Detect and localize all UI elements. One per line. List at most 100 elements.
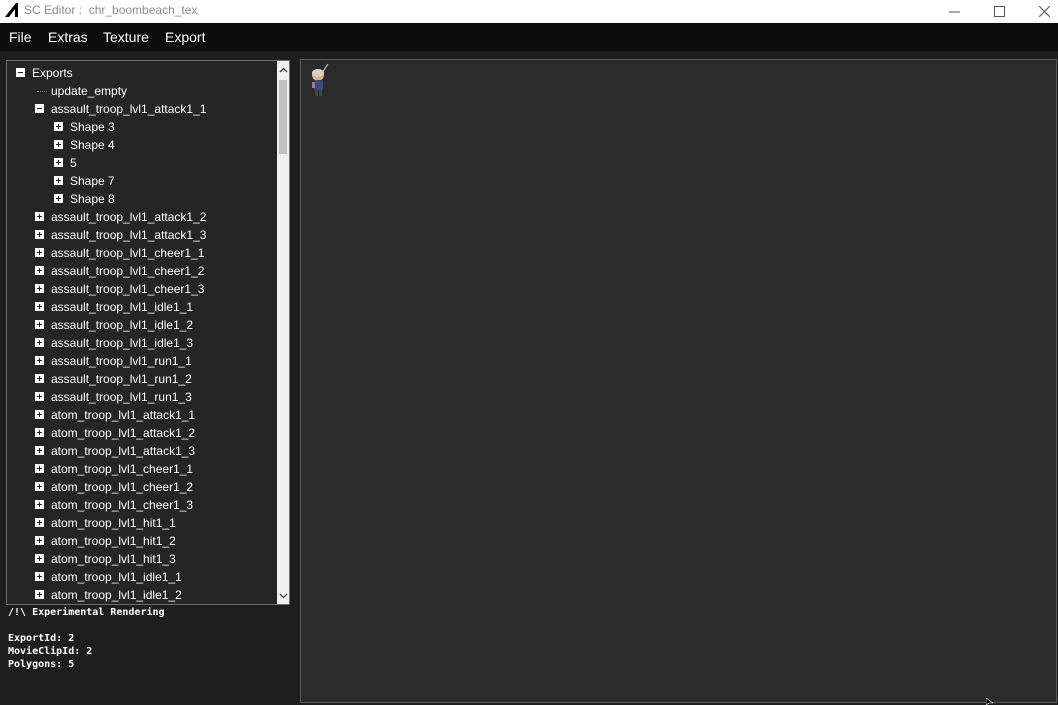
menu-export[interactable]: Export	[165, 29, 205, 45]
expand-plus-icon[interactable]	[35, 338, 44, 347]
close-icon	[1038, 6, 1050, 17]
tree-item[interactable]: atom_troop_lvl1_attack1_2	[7, 424, 275, 442]
tree-scrollbar[interactable]	[277, 61, 289, 604]
tree-item[interactable]: atom_troop_lvl1_attack1_3	[7, 442, 275, 460]
tree-item-label: atom_troop_lvl1_cheer1_3	[51, 498, 194, 512]
expand-plus-icon[interactable]	[35, 374, 44, 383]
expand-plus-icon[interactable]	[54, 122, 63, 131]
tree-item[interactable]: Shape 8	[7, 190, 275, 208]
tree-item[interactable]: assault_troop_lvl1_run1_1	[7, 352, 275, 370]
expand-plus-icon[interactable]	[54, 176, 63, 185]
expand-plus-icon[interactable]	[35, 230, 44, 239]
tree-item-label: Shape 7	[70, 174, 115, 188]
tree-item[interactable]: assault_troop_lvl1_cheer1_3	[7, 280, 275, 298]
menu-texture[interactable]: Texture	[103, 29, 149, 45]
tree-item-label: Shape 4	[70, 138, 115, 152]
close-button[interactable]	[1022, 0, 1058, 23]
tree-item-label: assault_troop_lvl1_attack1_3	[51, 228, 207, 242]
tree-item[interactable]: atom_troop_lvl1_attack1_1	[7, 406, 275, 424]
expand-plus-icon[interactable]	[35, 266, 44, 275]
tree-item[interactable]: atom_troop_lvl1_cheer1_2	[7, 478, 275, 496]
tree-item[interactable]: Exports	[7, 64, 275, 82]
tree-item-label: atom_troop_lvl1_cheer1_2	[51, 480, 194, 494]
collapse-minus-icon[interactable]	[16, 68, 25, 77]
expand-plus-icon[interactable]	[35, 248, 44, 257]
tree-item[interactable]: assault_troop_lvl1_run1_2	[7, 370, 275, 388]
collapse-minus-icon[interactable]	[35, 104, 44, 113]
tree-item-label: assault_troop_lvl1_cheer1_3	[51, 282, 205, 296]
tree-item[interactable]: atom_troop_lvl1_idle1_2	[7, 586, 275, 604]
tree-item-label: atom_troop_lvl1_idle1_1	[51, 570, 182, 584]
tree-item[interactable]: atom_troop_lvl1_hit1_2	[7, 532, 275, 550]
expand-plus-icon[interactable]	[35, 500, 44, 509]
tree-item-label: assault_troop_lvl1_idle1_3	[51, 336, 194, 350]
expand-plus-icon[interactable]	[54, 194, 63, 203]
tree-item-label: assault_troop_lvl1_cheer1_1	[51, 246, 205, 260]
tree-item[interactable]: assault_troop_lvl1_attack1_2	[7, 208, 275, 226]
maximize-button[interactable]	[977, 0, 1021, 23]
expand-plus-icon[interactable]	[35, 482, 44, 491]
expand-plus-icon[interactable]	[35, 356, 44, 365]
export-id-text: ExportId: 2	[8, 633, 75, 644]
tree-item-label: atom_troop_lvl1_attack1_3	[51, 444, 196, 458]
render-canvas[interactable]	[300, 59, 1057, 703]
minimize-button[interactable]	[932, 0, 976, 23]
tree-item[interactable]: assault_troop_lvl1_cheer1_1	[7, 244, 275, 262]
expand-plus-icon[interactable]	[35, 572, 44, 581]
tree-item[interactable]: atom_troop_lvl1_hit1_3	[7, 550, 275, 568]
tree-item[interactable]: assault_troop_lvl1_attack1_1	[7, 100, 275, 118]
tree-item[interactable]: assault_troop_lvl1_idle1_2	[7, 316, 275, 334]
expand-plus-icon[interactable]	[35, 302, 44, 311]
tree-item-label: Shape 3	[70, 120, 115, 134]
expand-plus-icon[interactable]	[35, 428, 44, 437]
tree-item[interactable]: assault_troop_lvl1_run1_3	[7, 388, 275, 406]
tree-item-label: assault_troop_lvl1_cheer1_2	[51, 264, 205, 278]
scroll-down-button[interactable]	[277, 587, 289, 604]
tree-item-label: assault_troop_lvl1_run1_1	[51, 354, 192, 368]
expand-plus-icon[interactable]	[35, 518, 44, 527]
scroll-up-button[interactable]	[277, 61, 289, 78]
expand-plus-icon[interactable]	[35, 590, 44, 599]
expand-plus-icon[interactable]	[35, 410, 44, 419]
export-tree[interactable]: Exports update_empty assault_troop_lvl1_at…	[6, 60, 290, 605]
tree-item[interactable]: Shape 3	[7, 118, 275, 136]
tree-item[interactable]: atom_troop_lvl1_cheer1_1	[7, 460, 275, 478]
tree-item-label: atom_troop_lvl1_attack1_1	[51, 408, 196, 422]
tree-item-label: atom_troop_lvl1_hit1_2	[51, 534, 176, 548]
tree-item[interactable]: Shape 4	[7, 136, 275, 154]
tree-item[interactable]: atom_troop_lvl1_cheer1_3	[7, 496, 275, 514]
expand-plus-icon[interactable]	[54, 158, 63, 167]
expand-plus-icon[interactable]	[35, 392, 44, 401]
expand-plus-icon[interactable]	[35, 446, 44, 455]
tree-item[interactable]: assault_troop_lvl1_attack1_3	[7, 226, 275, 244]
tree-item[interactable]: 5	[7, 154, 275, 172]
tree-item-label: update_empty	[51, 84, 128, 98]
tree-item-label: atom_troop_lvl1_hit1_1	[51, 516, 176, 530]
tree-item-label: 5	[70, 156, 77, 170]
tree-item[interactable]: atom_troop_lvl1_idle1_1	[7, 568, 275, 586]
tree-item[interactable]: assault_troop_lvl1_cheer1_2	[7, 262, 275, 280]
expand-plus-icon[interactable]	[54, 140, 63, 149]
tree-item[interactable]: assault_troop_lvl1_idle1_1	[7, 298, 275, 316]
tree-item-label: atom_troop_lvl1_cheer1_1	[51, 462, 194, 476]
menu-file[interactable]: File	[9, 29, 32, 45]
tree-item-label: assault_troop_lvl1_run1_3	[51, 390, 192, 404]
movieclip-id-text: MovieClipId: 2	[8, 646, 93, 657]
expand-plus-icon[interactable]	[35, 554, 44, 563]
expand-plus-icon[interactable]	[35, 284, 44, 293]
tree-item-label: assault_troop_lvl1_attack1_2	[51, 210, 207, 224]
scroll-thumb[interactable]	[279, 80, 287, 154]
title-bar: SC Editor : chr_boombeach_tex	[0, 0, 1058, 23]
tree-item[interactable]: update_empty	[7, 82, 275, 100]
tree-item[interactable]: Shape 7	[7, 172, 275, 190]
expand-plus-icon[interactable]	[35, 464, 44, 473]
tree-item[interactable]: assault_troop_lvl1_idle1_3	[7, 334, 275, 352]
expand-plus-icon[interactable]	[35, 536, 44, 545]
expand-plus-icon[interactable]	[35, 212, 44, 221]
expand-plus-icon[interactable]	[35, 320, 44, 329]
tree-item[interactable]: atom_troop_lvl1_hit1_1	[7, 514, 275, 532]
menu-extras[interactable]: Extras	[48, 29, 88, 45]
tree-item-label: assault_troop_lvl1_idle1_2	[51, 318, 194, 332]
troop-sprite-icon	[312, 63, 329, 96]
tree-connector	[37, 91, 47, 92]
